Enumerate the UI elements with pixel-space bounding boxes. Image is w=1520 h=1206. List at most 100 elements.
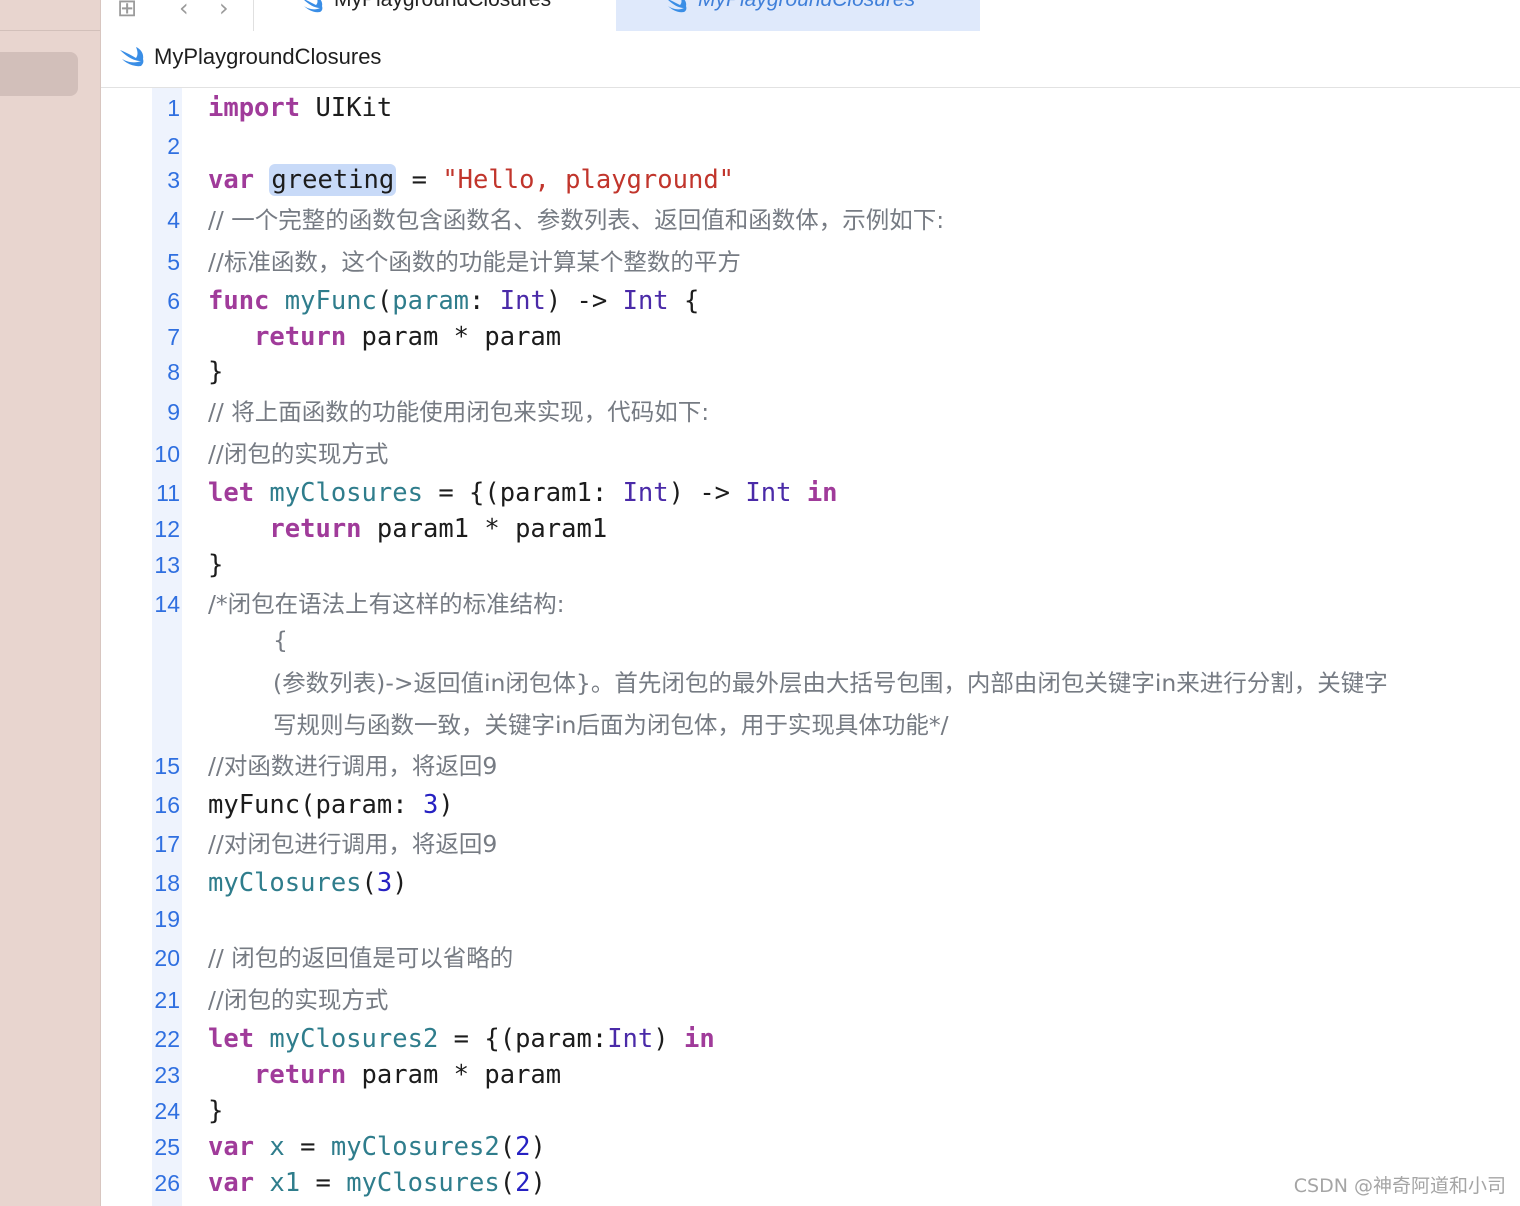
code-line: 11 let myClosures = {(param1: Int) -> In… bbox=[101, 475, 1520, 513]
tab-playground-1[interactable]: MyPlaygroundClosures bbox=[286, 0, 616, 31]
line-number: 14 bbox=[154, 591, 180, 617]
parameter: param bbox=[392, 286, 470, 316]
line-number: 9 bbox=[167, 399, 180, 425]
code-text: myClosures(3) bbox=[208, 865, 408, 901]
keyword: return bbox=[254, 322, 347, 352]
identifier: x1 bbox=[269, 1168, 301, 1198]
code-line: 23 return param * param bbox=[101, 1057, 1520, 1095]
code-line: 8 } bbox=[101, 354, 1520, 392]
code-text: return param * param bbox=[208, 319, 561, 355]
type: Int bbox=[499, 286, 546, 316]
keyword: var bbox=[208, 1168, 255, 1198]
line-number: 21 bbox=[154, 987, 180, 1013]
code-line: 24 } bbox=[101, 1093, 1520, 1131]
code-line: 1 import UIKit bbox=[101, 90, 1520, 128]
function-call: myFunc(param: bbox=[208, 790, 408, 820]
line-number: 19 bbox=[154, 906, 180, 932]
punctuation: ) bbox=[438, 790, 454, 820]
operator: = bbox=[315, 1168, 331, 1198]
punctuation: ( bbox=[376, 286, 393, 316]
line-number: 7 bbox=[167, 324, 180, 350]
comment: // 闭包的返回值是可以省略的 bbox=[208, 944, 514, 972]
keyword: var bbox=[208, 1132, 255, 1162]
code-line: 6 func myFunc(param: Int) -> Int { bbox=[101, 283, 1520, 321]
code-line: 25 var x = myClosures2(2) bbox=[101, 1129, 1520, 1167]
code-text: var greeting = "Hello, playground" bbox=[208, 162, 734, 198]
comment: //标准函数，这个函数的功能是计算某个整数的平方 bbox=[208, 248, 741, 276]
expression: param1 * param1 bbox=[376, 514, 608, 544]
tab-playground-2[interactable]: MyPlaygroundClosures bbox=[616, 0, 980, 31]
keyword: in bbox=[683, 1024, 715, 1054]
comment-continuation: 写规则与函数一致，关键字in后面为闭包体，用于实现具体功能*/ bbox=[273, 711, 949, 739]
line-number: 16 bbox=[154, 792, 180, 818]
code-line: 15 //对函数进行调用，将返回9 bbox=[101, 748, 1520, 786]
code-line: 3 var greeting = "Hello, playground" bbox=[101, 162, 1520, 200]
punctuation: ( bbox=[499, 1168, 516, 1198]
line-number: 13 bbox=[154, 552, 180, 578]
line-number: 22 bbox=[154, 1026, 180, 1052]
line-number: 18 bbox=[154, 870, 180, 896]
code-text: return param1 * param1 bbox=[208, 511, 607, 547]
punctuation: ) -> bbox=[545, 286, 608, 316]
punctuation: ) bbox=[653, 1024, 669, 1054]
line-number: 12 bbox=[154, 516, 180, 542]
line-number: 24 bbox=[154, 1098, 180, 1124]
code-text: import UIKit bbox=[208, 90, 392, 126]
tab-label: MyPlaygroundClosures bbox=[698, 0, 915, 12]
function-call: myClosures2 bbox=[330, 1132, 500, 1162]
code-text: } bbox=[208, 1096, 224, 1126]
identifier: myClosures2 bbox=[269, 1024, 439, 1054]
type: Int bbox=[607, 1024, 654, 1054]
punctuation: = {(param: bbox=[453, 1024, 608, 1054]
code-line: 12 return param1 * param1 bbox=[101, 511, 1520, 549]
line-number: 2 bbox=[167, 133, 180, 159]
code-line: 19 bbox=[101, 901, 1520, 939]
function-call: myClosures bbox=[208, 868, 362, 898]
comment: //对闭包进行调用，将返回9 bbox=[208, 830, 498, 858]
line-number: 5 bbox=[167, 249, 180, 275]
code-editor[interactable]: 1 import UIKit 2 3 var greeting = "Hello… bbox=[101, 88, 1520, 1206]
breadcrumb-file-label[interactable]: MyPlaygroundClosures bbox=[154, 44, 381, 70]
code-text: var x = myClosures2(2) bbox=[208, 1129, 546, 1165]
number-literal: 3 bbox=[376, 868, 393, 898]
line-number: 10 bbox=[154, 441, 180, 467]
chevron-left-icon[interactable]: ‹ bbox=[179, 0, 189, 22]
comment-continuation: (参数列表)->返回值in闭包体}。首先闭包的最外层由大括号包围，内部由闭包关键… bbox=[273, 669, 1388, 697]
punctuation: ) bbox=[530, 1132, 546, 1162]
code-text: var x1 = myClosures(2) bbox=[208, 1165, 546, 1201]
code-line: 16 myFunc(param: 3) bbox=[101, 787, 1520, 825]
keyword: func bbox=[208, 286, 270, 316]
punctuation: ) bbox=[392, 868, 408, 898]
function-call: myClosures bbox=[346, 1168, 500, 1198]
expression: param * param bbox=[361, 1060, 562, 1090]
code-text: let myClosures2 = {(param:Int) in bbox=[208, 1021, 715, 1057]
keyword: return bbox=[254, 1060, 347, 1090]
code-line: 9 // 将上面函数的功能使用闭包来实现，代码如下: bbox=[101, 394, 1520, 432]
jump-bar: MyPlaygroundClosures bbox=[101, 31, 1520, 88]
comment: // 将上面函数的功能使用闭包来实现，代码如下: bbox=[208, 398, 710, 426]
code-line: 21 //闭包的实现方式 bbox=[101, 982, 1520, 1020]
comment-continuation: { bbox=[273, 626, 288, 654]
identifier: myClosures bbox=[269, 478, 423, 508]
code-line: 18 myClosures(3) bbox=[101, 865, 1520, 903]
comment: //对函数进行调用，将返回9 bbox=[208, 752, 498, 780]
code-line: 4 // 一个完整的函数包含函数名、参数列表、返回值和函数体，示例如下: bbox=[101, 202, 1520, 240]
identifier: UIKit bbox=[315, 93, 393, 123]
punctuation: ) -> bbox=[668, 478, 731, 508]
line-number: 6 bbox=[167, 288, 180, 314]
grid-icon[interactable]: ⊞ bbox=[117, 0, 137, 22]
swift-icon bbox=[120, 47, 144, 67]
keyword: return bbox=[269, 514, 362, 544]
code-text: let myClosures = {(param1: Int) -> Int i… bbox=[208, 475, 838, 511]
identifier: x bbox=[269, 1132, 285, 1162]
line-number: 17 bbox=[154, 831, 180, 857]
punctuation: = {(param1: bbox=[438, 478, 608, 508]
chevron-right-icon[interactable]: › bbox=[219, 0, 229, 22]
code-line: 14 /*闭包在语法上有这样的标准结构: bbox=[101, 586, 1520, 624]
code-text: func myFunc(param: Int) -> Int { bbox=[208, 283, 699, 319]
number-literal: 2 bbox=[515, 1168, 531, 1198]
highlighted-identifier[interactable]: greeting bbox=[269, 164, 397, 196]
sidebar-selected-item[interactable] bbox=[0, 52, 78, 96]
type: Int bbox=[622, 478, 669, 508]
code-line: 13 } bbox=[101, 547, 1520, 585]
